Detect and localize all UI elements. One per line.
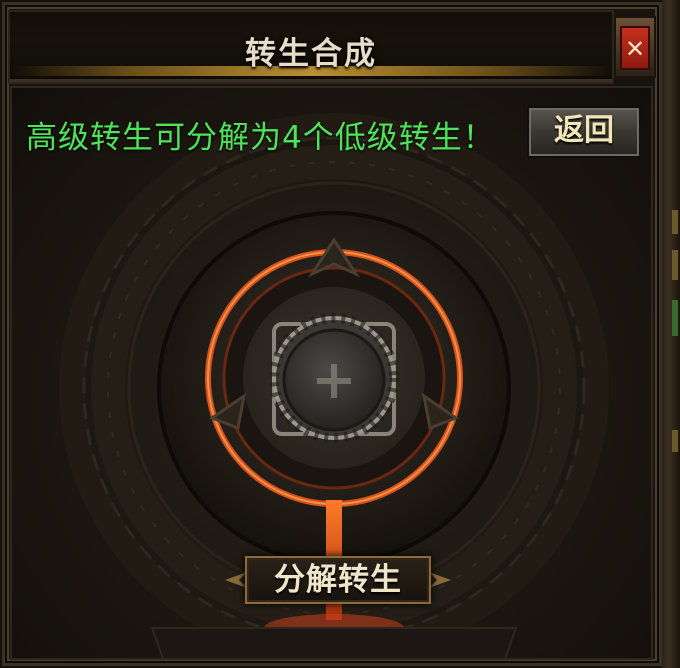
reincarnation-window: 转生合成 ✕ 高级转生可分解为4个低级转生！ 返回 分解转生 <box>0 0 680 668</box>
close-icon: ✕ <box>620 26 650 70</box>
decompose-hint: 高级转生可分解为4个低级转生！ <box>26 120 495 156</box>
title-bar: 转生合成 <box>8 10 614 84</box>
back-button[interactable]: 返回 <box>527 106 641 158</box>
close-button[interactable]: ✕ <box>614 16 656 78</box>
background-strip <box>662 0 680 668</box>
item-slot[interactable] <box>282 328 386 432</box>
decompose-panel: 高级转生可分解为4个低级转生！ 返回 分解转生 <box>10 86 653 660</box>
window-title: 转生合成 <box>245 36 377 72</box>
left-ornament-icon <box>225 572 247 588</box>
right-ornament-icon <box>429 572 451 588</box>
decompose-button[interactable]: 分解转生 <box>245 556 431 604</box>
